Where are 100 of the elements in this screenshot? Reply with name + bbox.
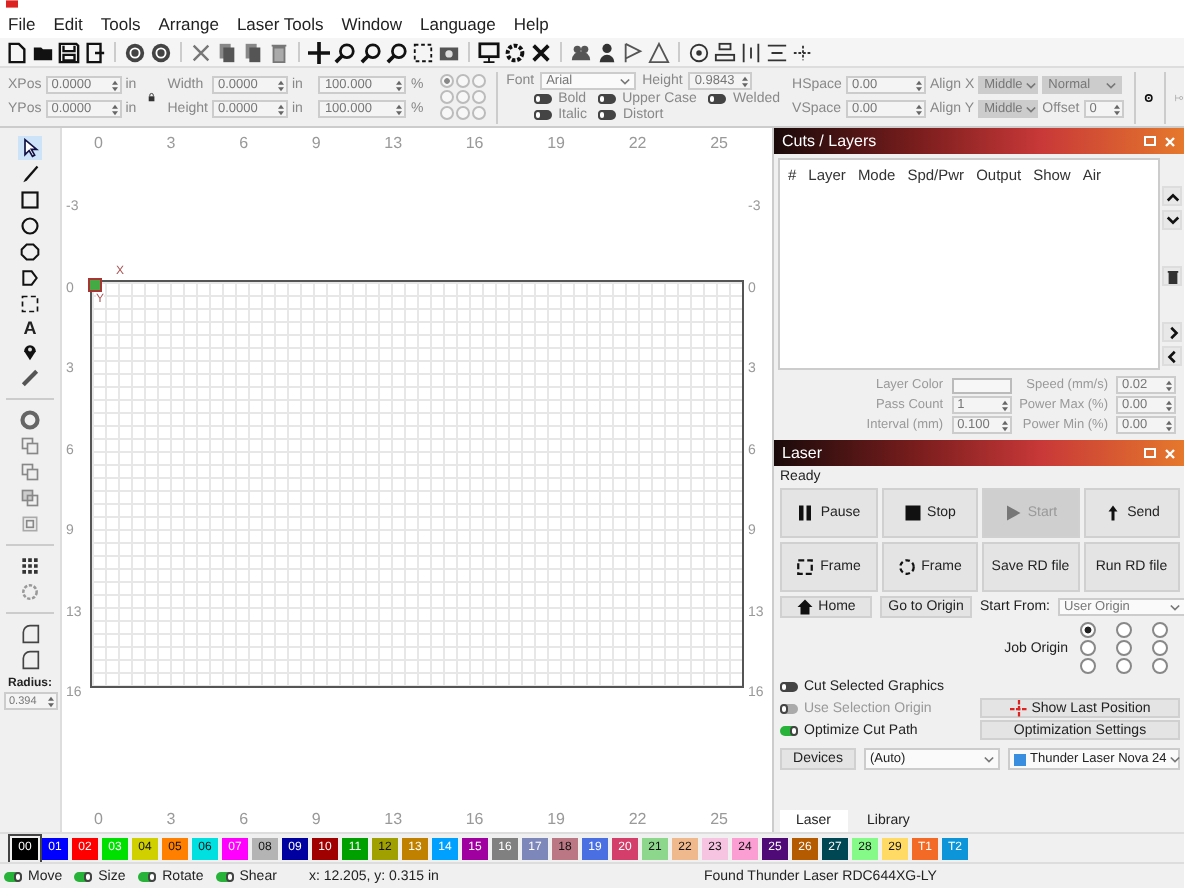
menu-item[interactable]: Window bbox=[341, 14, 403, 34]
warning-icon[interactable] bbox=[648, 41, 670, 63]
radio-button[interactable] bbox=[439, 90, 454, 104]
radio-button[interactable] bbox=[1116, 640, 1132, 656]
layer-color-swatch[interactable] bbox=[951, 377, 1012, 393]
grid-icon[interactable] bbox=[18, 554, 42, 578]
dashed-square-icon[interactable] bbox=[18, 292, 42, 316]
spin-arrows-icon[interactable] bbox=[277, 79, 284, 91]
columns-icon[interactable] bbox=[740, 41, 762, 63]
radio-button[interactable] bbox=[455, 90, 470, 104]
toggle-switch[interactable] bbox=[4, 871, 22, 881]
toggle-switch[interactable] bbox=[74, 871, 93, 881]
radio-button[interactable] bbox=[1080, 658, 1096, 674]
radio-button[interactable] bbox=[1152, 658, 1168, 674]
radio-button[interactable] bbox=[471, 106, 486, 120]
move-up-button[interactable] bbox=[1162, 186, 1182, 206]
ellipse-icon[interactable] bbox=[18, 214, 42, 238]
menu-item[interactable]: Laser Tools bbox=[236, 14, 324, 34]
spin-arrows-icon[interactable] bbox=[277, 103, 284, 115]
target-icon[interactable] bbox=[688, 41, 710, 63]
radio-button[interactable] bbox=[439, 74, 454, 88]
stack-icon[interactable] bbox=[18, 434, 42, 458]
spin-arrows-icon[interactable] bbox=[1166, 399, 1172, 411]
radio-button[interactable] bbox=[439, 106, 454, 120]
ring-icon[interactable] bbox=[18, 408, 42, 432]
toggle-switch[interactable] bbox=[708, 94, 727, 104]
menu-item[interactable]: Tools bbox=[100, 14, 141, 34]
zoom-icon[interactable] bbox=[386, 41, 408, 63]
menu-item[interactable]: Edit bbox=[53, 14, 83, 34]
spin-arrows-icon[interactable] bbox=[1001, 399, 1008, 411]
float-icon[interactable] bbox=[1144, 448, 1156, 458]
menu-item[interactable]: Arrange bbox=[158, 14, 219, 34]
radio-button[interactable] bbox=[471, 90, 486, 104]
overlap-icon[interactable] bbox=[18, 486, 42, 510]
spin-arrows-icon[interactable] bbox=[1113, 103, 1120, 115]
menu-item[interactable]: Help bbox=[513, 14, 549, 34]
radio-button[interactable] bbox=[1080, 640, 1096, 656]
document-icon[interactable] bbox=[6, 41, 28, 63]
round-corner-icon[interactable] bbox=[18, 648, 42, 672]
pen-icon[interactable] bbox=[18, 162, 42, 186]
spin-arrows-icon[interactable] bbox=[111, 79, 118, 91]
save-icon[interactable] bbox=[58, 41, 80, 63]
radio-button[interactable] bbox=[1152, 622, 1168, 638]
close-icon[interactable] bbox=[1164, 447, 1176, 459]
delete-button[interactable] bbox=[1162, 266, 1182, 286]
radio-button[interactable] bbox=[471, 74, 486, 88]
dashed-frame-icon[interactable] bbox=[412, 41, 434, 63]
toggle-switch[interactable] bbox=[534, 110, 553, 120]
spin-arrows-icon[interactable] bbox=[1166, 419, 1172, 431]
toggle-switch[interactable] bbox=[598, 110, 617, 120]
menu-item[interactable]: File bbox=[8, 14, 36, 34]
spin-arrows-icon[interactable] bbox=[1001, 419, 1008, 431]
pin-icon[interactable] bbox=[18, 340, 42, 364]
paste-icon[interactable] bbox=[242, 41, 264, 63]
close-icon[interactable] bbox=[1164, 135, 1176, 147]
spin-arrows-icon[interactable] bbox=[111, 103, 118, 115]
spin-arrows-icon[interactable] bbox=[915, 79, 922, 91]
move-icon[interactable] bbox=[308, 41, 330, 63]
trash-icon[interactable] bbox=[268, 41, 290, 63]
radio-button[interactable] bbox=[455, 106, 470, 120]
radio-button[interactable] bbox=[1080, 622, 1096, 638]
square-in-icon[interactable] bbox=[18, 512, 42, 536]
round-corner-icon[interactable] bbox=[18, 622, 42, 646]
rows-icon[interactable] bbox=[766, 41, 788, 63]
export-icon[interactable] bbox=[84, 41, 106, 63]
zoom-icon[interactable] bbox=[360, 41, 382, 63]
menu-item[interactable]: Language bbox=[420, 14, 496, 34]
pointer-icon[interactable] bbox=[18, 136, 42, 160]
spin-arrows-icon[interactable] bbox=[1166, 379, 1172, 391]
next-button[interactable] bbox=[1162, 322, 1182, 342]
toggle-switch[interactable] bbox=[215, 871, 234, 881]
spin-arrows-icon[interactable] bbox=[742, 75, 749, 87]
spin-arrows-icon[interactable] bbox=[396, 103, 403, 115]
spin-arrows-icon[interactable] bbox=[47, 695, 53, 707]
rectangle-icon[interactable] bbox=[18, 188, 42, 212]
toggle-switch[interactable] bbox=[598, 94, 617, 104]
spin-arrows-icon[interactable] bbox=[915, 103, 922, 115]
float-icon[interactable] bbox=[1144, 136, 1156, 146]
stack-icon[interactable] bbox=[18, 460, 42, 484]
previous-button[interactable] bbox=[1162, 346, 1182, 366]
gear-icon[interactable] bbox=[504, 41, 526, 63]
monitor-icon[interactable] bbox=[478, 41, 500, 63]
radio-button[interactable] bbox=[1152, 640, 1168, 656]
radio-button[interactable] bbox=[455, 74, 470, 88]
radio-button[interactable] bbox=[1116, 658, 1132, 674]
zoom-icon[interactable] bbox=[334, 41, 356, 63]
copy-icon[interactable] bbox=[216, 41, 238, 63]
toggle-switch[interactable] bbox=[780, 725, 798, 735]
person-icon[interactable] bbox=[596, 41, 618, 63]
ruler-icon[interactable] bbox=[18, 366, 42, 390]
move-down-button[interactable] bbox=[1162, 210, 1182, 230]
text-tool[interactable]: A bbox=[23, 318, 37, 338]
radio-button[interactable] bbox=[1116, 622, 1132, 638]
polygon-icon[interactable] bbox=[18, 240, 42, 264]
toggle-switch[interactable] bbox=[138, 871, 157, 881]
spin-arrows-icon[interactable] bbox=[396, 79, 403, 91]
toggle-switch[interactable] bbox=[780, 681, 798, 691]
toggle-switch[interactable] bbox=[534, 94, 553, 104]
pentagon-icon[interactable] bbox=[18, 266, 42, 290]
flag-icon[interactable] bbox=[622, 41, 644, 63]
